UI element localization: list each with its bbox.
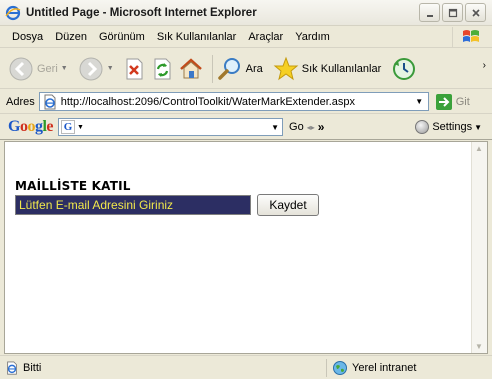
go-label: Git	[455, 95, 470, 108]
security-zone[interactable]: Yerel intranet	[332, 360, 416, 376]
forward-dropdown-icon[interactable]: ▼	[107, 65, 114, 72]
google-more-button[interactable]: »	[318, 120, 325, 134]
address-dropdown-icon[interactable]: ▼	[411, 94, 427, 109]
browser-window: Untitled Page - Microsoft Internet Explo…	[0, 0, 492, 379]
back-label: Geri	[37, 62, 58, 75]
forward-arrow-icon	[79, 57, 103, 80]
home-icon	[179, 57, 202, 78]
history-button[interactable]	[391, 56, 417, 82]
zone-label: Yerel intranet	[352, 362, 417, 374]
email-input[interactable]	[15, 195, 251, 215]
go-arrow-icon	[435, 93, 452, 110]
vertical-scrollbar[interactable]: ▲ ▼	[471, 142, 487, 353]
status-left: Bitti	[0, 360, 42, 375]
search-icon	[217, 57, 240, 80]
google-g-icon[interactable]: G	[61, 120, 76, 134]
menu-tools[interactable]: Araçlar	[242, 31, 289, 43]
google-search-field[interactable]: G ▼ ▼	[58, 118, 284, 136]
menu-view[interactable]: Görünüm	[93, 31, 151, 43]
google-go-button[interactable]: Go	[289, 121, 304, 133]
google-logo[interactable]: Google	[8, 118, 53, 136]
page-done-icon	[7, 360, 17, 375]
google-search-dropdown-icon[interactable]: ▼	[271, 123, 279, 132]
status-separator	[326, 359, 327, 377]
history-icon	[393, 57, 416, 80]
home-button[interactable]	[178, 56, 204, 82]
back-button[interactable]: Geri ▼	[8, 56, 68, 82]
scroll-up-icon[interactable]: ▲	[475, 144, 483, 153]
search-type-dropdown-icon[interactable]: ▼	[77, 124, 84, 131]
go-button[interactable]: Git	[435, 93, 470, 111]
status-bar: Bitti Yerel intranet	[0, 355, 492, 379]
menu-favorites[interactable]: Sık Kullanılanlar	[151, 31, 243, 43]
google-settings-button[interactable]: Settings ▼	[415, 120, 482, 134]
forward-button[interactable]: ▼	[78, 56, 114, 82]
page-icon	[44, 94, 56, 109]
stop-icon	[126, 58, 143, 79]
favorites-label: Sık Kullanılanlar	[301, 62, 382, 75]
windows-logo	[452, 27, 488, 47]
maximize-icon	[448, 8, 457, 17]
toolbar-overflow-icon[interactable]: ›	[483, 60, 486, 71]
menu-edit[interactable]: Düzen	[49, 31, 93, 43]
status-text: Bitti	[23, 361, 42, 374]
menu-bar: Dosya Düzen Görünüm Sık Kullanılanlar Ar…	[0, 26, 492, 48]
address-label: Adres	[6, 95, 35, 108]
window-controls	[419, 3, 486, 22]
google-nav-arrows-icon[interactable]: ◂▸	[307, 123, 315, 132]
search-label: Ara	[245, 62, 263, 75]
refresh-icon	[154, 58, 171, 79]
search-button[interactable]: Ara	[217, 56, 263, 82]
standard-toolbar: Geri ▼ ▼ Ara Sık Kullanılanlar	[0, 49, 492, 89]
address-url: http://localhost:2096/ControlToolkit/Wat…	[60, 95, 356, 108]
menu-help[interactable]: Yardım	[289, 31, 336, 43]
favorites-star-icon	[273, 56, 299, 80]
page-heading: MAİLLİSTE KATIL	[15, 179, 131, 193]
menu-file[interactable]: Dosya	[6, 31, 49, 43]
ie-icon	[5, 5, 21, 20]
stop-button[interactable]	[122, 57, 146, 81]
minimize-icon	[426, 14, 433, 17]
save-button[interactable]: Kaydet	[257, 194, 319, 216]
minimize-button[interactable]	[419, 3, 440, 22]
address-bar: Adres http://localhost:2096/ControlToolk…	[0, 90, 492, 114]
address-field[interactable]: http://localhost:2096/ControlToolkit/Wat…	[38, 92, 429, 111]
windows-flag-icon	[462, 30, 479, 42]
toolbar-separator	[211, 54, 213, 83]
page-content: MAİLLİSTE KATIL Kaydet ▲ ▼	[4, 141, 488, 354]
scroll-down-icon[interactable]: ▼	[475, 342, 483, 351]
back-dropdown-icon[interactable]: ▼	[61, 65, 68, 72]
settings-wrench-icon	[415, 120, 430, 134]
settings-label: Settings	[432, 121, 473, 133]
intranet-globe-icon	[333, 361, 347, 375]
settings-dropdown-icon: ▼	[474, 122, 482, 132]
close-button[interactable]	[465, 3, 486, 22]
close-icon	[471, 8, 480, 17]
window-title: Untitled Page - Microsoft Internet Explo…	[26, 6, 257, 19]
refresh-button[interactable]	[150, 57, 174, 81]
title-bar: Untitled Page - Microsoft Internet Explo…	[0, 0, 492, 26]
back-arrow-icon	[9, 57, 33, 80]
maximize-button[interactable]	[442, 3, 463, 22]
favorites-button[interactable]: Sık Kullanılanlar	[273, 56, 382, 82]
